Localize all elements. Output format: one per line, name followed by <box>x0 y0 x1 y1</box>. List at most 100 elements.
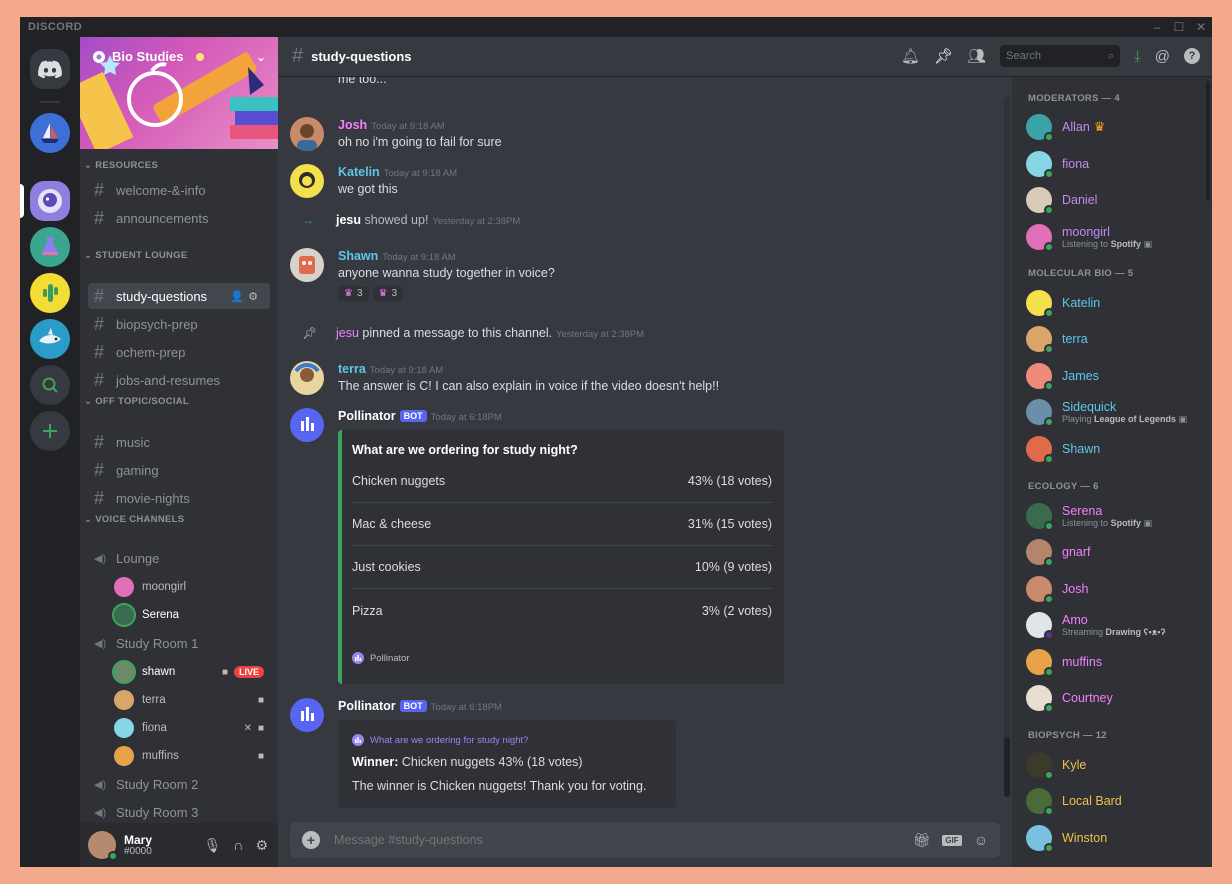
bell-icon[interactable]: 🔔︎ <box>901 47 920 65</box>
user-name[interactable]: jesu <box>336 213 361 227</box>
user-name[interactable]: jesu <box>336 326 359 340</box>
search-input[interactable]: Search ⌕ <box>1000 45 1121 67</box>
emoji-icon[interactable]: ☺ <box>974 832 988 848</box>
avatar[interactable] <box>290 117 324 151</box>
avatar[interactable] <box>290 361 324 395</box>
poll-option[interactable]: Just cookies 10% (9 votes) <box>352 546 772 589</box>
category-student-lounge[interactable]: ⌄ STUDENT LOUNGE <box>84 250 188 261</box>
channel-study-questions[interactable]: # study-questions 👤⚙ <box>88 283 270 309</box>
member-item[interactable]: Winston <box>1026 821 1206 855</box>
gift-icon[interactable]: 🎁︎ <box>913 832 931 849</box>
category-resources[interactable]: ⌄ RESOURCES <box>84 160 158 171</box>
result-header[interactable]: What are we ordering for study night? <box>352 734 528 746</box>
voice-user[interactable]: Serena <box>114 603 270 627</box>
voice-user[interactable]: terra ■ <box>114 688 270 712</box>
channel-music[interactable]: # music <box>88 429 270 455</box>
voice-user[interactable]: shawn ■ LIVE <box>114 660 270 684</box>
author-name[interactable]: Josh <box>338 118 367 132</box>
author-name[interactable]: Katelin <box>338 165 380 179</box>
author-name[interactable]: Shawn <box>338 249 378 263</box>
avatar[interactable] <box>290 698 324 732</box>
member-item[interactable]: Local Bard <box>1026 784 1206 818</box>
server-boat[interactable] <box>30 113 70 153</box>
live-badge[interactable]: LIVE <box>233 666 264 678</box>
gif-icon[interactable]: GIF <box>942 834 962 846</box>
channel-movie-nights[interactable]: # movie-nights <box>88 485 270 511</box>
poll-option[interactable]: Pizza 3% (2 votes) <box>352 589 772 632</box>
channel-ochem-prep[interactable]: # ochem-prep <box>88 339 270 365</box>
member-item[interactable]: Kyle <box>1026 748 1206 782</box>
voice-user[interactable]: fiona ✕ ■ <box>114 716 270 740</box>
microphone-icon[interactable]: 🎙︎ <box>204 837 222 854</box>
category-voice-channels[interactable]: ⌄ VOICE CHANNELS <box>84 514 184 525</box>
channel-biopsych-prep[interactable]: # biopsych-prep <box>88 311 270 337</box>
server-name-header[interactable]: Bio Studies ⌄ <box>92 49 266 64</box>
voice-channel-study-room-3[interactable]: ◀) Study Room 3 <box>88 799 270 825</box>
avatar[interactable] <box>290 408 324 442</box>
explore-servers-button[interactable] <box>30 365 70 405</box>
member-item[interactable]: Courtney <box>1026 681 1206 715</box>
mention-icon[interactable]: @ <box>1155 48 1170 65</box>
reaction[interactable]: ♛ 3 <box>372 286 404 301</box>
avatar[interactable] <box>290 248 324 282</box>
invite-icon[interactable]: 👤 <box>230 291 248 303</box>
author-name[interactable]: Pollinator <box>338 409 396 423</box>
server-shark[interactable] <box>30 319 70 359</box>
help-icon[interactable]: ? <box>1184 48 1200 64</box>
avatar[interactable] <box>290 164 324 198</box>
channel-jobs-and-resumes[interactable]: # jobs-and-resumes <box>88 367 270 393</box>
member-item[interactable]: Amo Streaming Drawing ʕ•ᴥ•ʔ <box>1026 608 1206 642</box>
voice-channel-study-room-2[interactable]: ◀) Study Room 2 <box>88 771 270 797</box>
member-item[interactable]: terra <box>1026 322 1206 356</box>
add-attachment-button[interactable]: + <box>302 831 320 849</box>
server-cactus[interactable] <box>30 273 70 313</box>
home-button[interactable] <box>30 49 70 89</box>
online-status <box>1044 344 1054 354</box>
member-scrollbar[interactable] <box>1206 81 1210 201</box>
poll-option[interactable]: Chicken nuggets 43% (18 votes) <box>352 460 772 503</box>
gear-icon[interactable]: ⚙ <box>255 837 268 854</box>
member-item[interactable]: moongirl Listening to Spotify ▣ <box>1026 220 1206 254</box>
member-item[interactable]: Sidequick Playing League of Legends ▣ <box>1026 395 1206 429</box>
gear-icon[interactable]: ⚙ <box>248 291 262 303</box>
member-item[interactable]: Shawn <box>1026 432 1206 466</box>
member-item[interactable]: Daniel <box>1026 183 1206 217</box>
voice-channel-study-room-1[interactable]: ◀) Study Room 1 <box>88 630 270 656</box>
pin-icon[interactable]: 📌︎ <box>934 47 953 65</box>
author-name[interactable]: terra <box>338 362 366 376</box>
headphones-icon[interactable]: ∩ <box>233 837 243 854</box>
message-input[interactable] <box>334 833 913 847</box>
server-banner[interactable]: Bio Studies ⌄ <box>80 37 278 149</box>
member-item[interactable]: Serena Listening to Spotify ▣ <box>1026 499 1206 533</box>
member-item[interactable]: muffins <box>1026 645 1206 679</box>
author-name[interactable]: Pollinator <box>338 699 396 713</box>
voice-user[interactable]: muffins ■ <box>114 744 270 768</box>
minimize-button[interactable]: – <box>1146 20 1168 34</box>
chat-scrollbar[interactable] <box>1004 97 1010 797</box>
rail-separator <box>40 101 60 103</box>
maximize-button[interactable]: ☐ <box>1168 20 1190 34</box>
close-button[interactable]: ✕ <box>1190 20 1212 34</box>
add-server-button[interactable] <box>30 411 70 451</box>
member-item[interactable]: gnarf <box>1026 535 1206 569</box>
members-icon[interactable]: 👥︎ <box>967 47 986 65</box>
avatar[interactable] <box>88 831 118 861</box>
voice-user[interactable]: moongirl <box>114 575 270 599</box>
voice-channel-lounge[interactable]: ◀) Lounge <box>88 545 270 571</box>
category-off-topic[interactable]: ⌄ OFF TOPIC/SOCIAL <box>84 396 189 407</box>
scrollbar-thumb[interactable] <box>1004 737 1010 797</box>
member-item[interactable]: James <box>1026 359 1206 393</box>
server-bio-studies[interactable] <box>30 181 70 221</box>
member-item[interactable]: Josh <box>1026 572 1206 606</box>
poll-option[interactable]: Mac & cheese 31% (15 votes) <box>352 503 772 546</box>
member-item[interactable]: fiona <box>1026 147 1206 181</box>
member-item[interactable]: Katelin <box>1026 286 1206 320</box>
download-icon[interactable]: ⤓ <box>1134 48 1141 65</box>
channel-gaming[interactable]: # gaming <box>88 457 270 483</box>
member-item[interactable]: Allan ♛ <box>1026 110 1206 144</box>
channel-announcements[interactable]: # announcements <box>88 205 270 231</box>
channel-welcome-info[interactable]: # welcome-&-info <box>88 177 270 203</box>
user-info[interactable]: Mary #0000 <box>124 834 152 857</box>
reaction[interactable]: ♛ 3 <box>338 286 369 301</box>
server-science[interactable] <box>30 227 70 267</box>
